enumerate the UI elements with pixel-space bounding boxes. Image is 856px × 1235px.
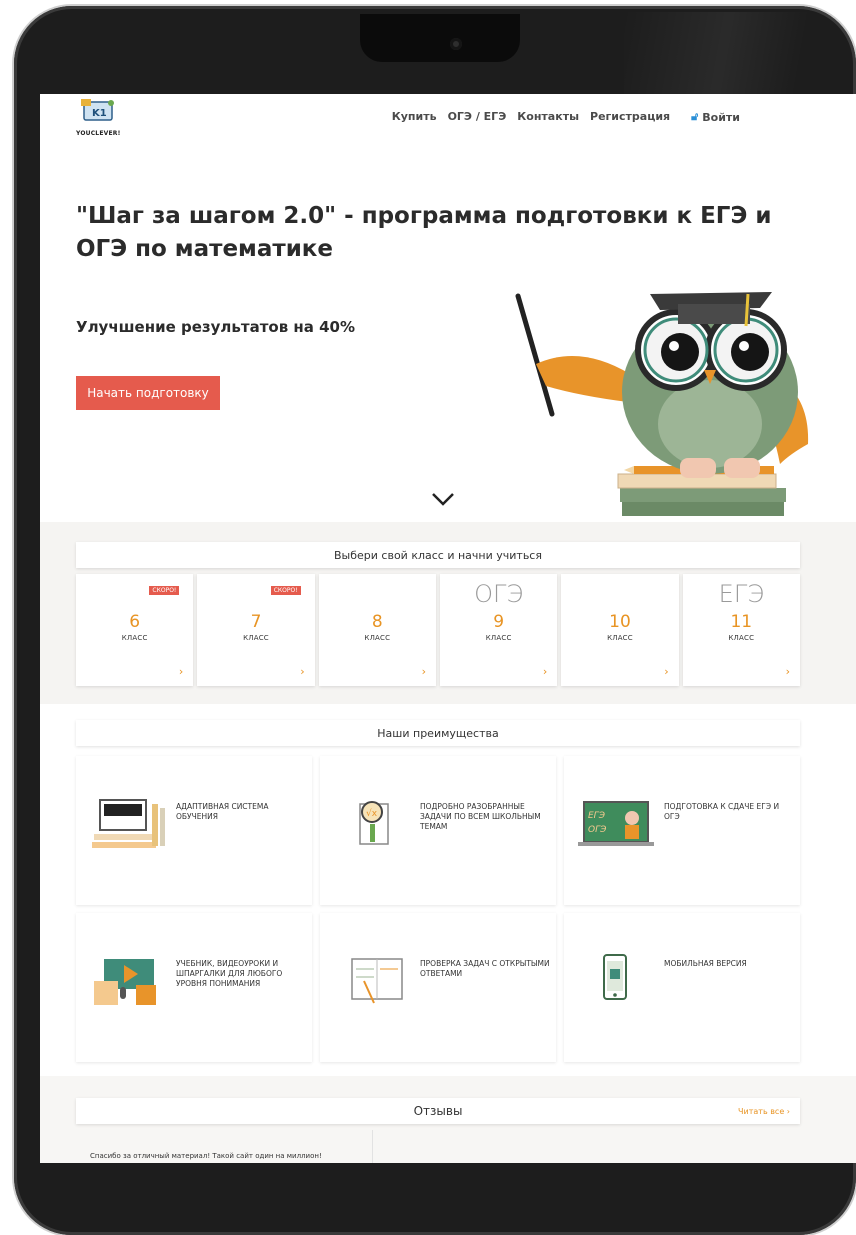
advantage-text: Мобильная версия: [664, 959, 747, 968]
advantage-card: Проверка задач с открытыми ответами: [320, 913, 556, 1062]
advantage-text: Проверка задач с открытыми ответами: [420, 959, 550, 978]
grade-number: 11: [730, 612, 753, 632]
reviews-heading: Отзывы: [413, 1104, 463, 1118]
soon-badge: СКОРО!: [149, 586, 180, 595]
grades-heading: Выбери свой класс и начни учиться: [76, 542, 800, 568]
grade-card-11[interactable]: ЕГЭ 11 КЛАСС ›: [682, 574, 800, 686]
reviews-header: Отзывы Читать все ›: [76, 1098, 800, 1124]
grade-exam: ЕГЭ: [718, 580, 764, 608]
grade-label: КЛАСС: [485, 634, 512, 642]
grade-label: КЛАСС: [121, 634, 148, 642]
chevron-right-icon: ›: [542, 665, 548, 678]
grade-card-6[interactable]: СКОРО! 6 КЛАСС ›: [76, 574, 194, 686]
hero-title: "Шаг за шагом 2.0" - программа подготовк…: [76, 203, 772, 262]
tablet-notch: [360, 14, 520, 62]
advantages-heading: Наши преимущества: [76, 720, 800, 746]
svg-text:√x: √x: [366, 808, 378, 819]
chevron-right-icon: ›: [300, 665, 305, 678]
lock-icon: 🔓︎: [691, 110, 699, 123]
grade-number: 8: [371, 612, 383, 632]
advantage-card: Учебник, видеоуроки и шпаргалки для любо…: [76, 913, 312, 1062]
chevron-right-icon: ›: [664, 665, 669, 678]
svg-text:ЕГЭ: ЕГЭ: [588, 811, 606, 821]
login-label: Войти: [702, 110, 740, 124]
svg-text:ОГЭ: ОГЭ: [588, 825, 607, 835]
scroll-down-chevron-icon[interactable]: [431, 491, 455, 507]
review-snippet: Спасибо за отличный материал! Такой сайт…: [90, 1152, 322, 1160]
site-logo[interactable]: K1 YOUCLEVER!: [76, 98, 120, 142]
nav-register[interactable]: Регистрация: [590, 110, 670, 124]
notebook-icon: [351, 958, 403, 1004]
grade-label: КЛАСС: [607, 634, 633, 642]
logo-wordmark: YOUCLEVER!: [76, 130, 121, 137]
grade-number: 7: [250, 612, 262, 632]
grade-card-7[interactable]: СКОРО! 7 КЛАСС ›: [197, 574, 315, 686]
magnifier-icon: √x: [359, 801, 389, 845]
mobile-icon: [603, 954, 627, 1000]
chevron-right-icon: ›: [421, 665, 426, 678]
advantage-card: Адаптивная система обучения: [76, 756, 312, 905]
hero-subtitle: Улучшение результатов на 40%: [76, 318, 356, 336]
top-nav: Купить ОГЭ / ЕГЭ Контакты Регистрация 🔓︎…: [392, 110, 740, 124]
login-link[interactable]: 🔓︎ Войти: [691, 110, 740, 124]
svg-text:K1: K1: [92, 108, 107, 119]
nav-contacts[interactable]: Контакты: [517, 110, 579, 124]
adaptive-system-icon: [92, 799, 165, 848]
advantage-card: Мобильная версия: [564, 913, 800, 1062]
video-lessons-icon: [94, 959, 156, 1005]
start-preparation-button[interactable]: Начать подготовку: [76, 376, 220, 410]
advantage-text: Адаптивная система обучения: [176, 802, 269, 821]
soon-badge: СКОРО!: [270, 586, 301, 595]
advantage-card: ЕГЭ ОГЭ Подготовка к сдаче ЕГЭ и ОГЭ: [564, 756, 800, 905]
advantage-text: Подробно разобранные задачи по всем школ…: [420, 802, 541, 831]
advantage-text: Учебник, видеоуроки и шпаргалки для любо…: [176, 959, 283, 988]
grade-label: КЛАСС: [728, 634, 755, 642]
owl-teacher-illustration: [515, 292, 809, 516]
advantage-text: Подготовка к сдаче ЕГЭ и ОГЭ: [664, 802, 780, 821]
read-all-reviews-link[interactable]: Читать все ›: [738, 1107, 790, 1116]
chevron-right-icon: ›: [785, 665, 790, 678]
grade-exam: ОГЭ: [474, 580, 524, 608]
grade-card-9[interactable]: ОГЭ 9 КЛАСС ›: [439, 574, 558, 686]
camera-icon: [450, 38, 462, 50]
grade-label: КЛАСС: [364, 634, 391, 642]
grade-card-8[interactable]: 8 КЛАСС ›: [318, 574, 436, 686]
exam-board-icon: ЕГЭ ОГЭ: [578, 801, 654, 846]
grade-number: 9: [493, 612, 505, 632]
nav-exams[interactable]: ОГЭ / ЕГЭ: [448, 110, 507, 124]
grade-label: КЛАСС: [243, 634, 269, 642]
grade-card-10[interactable]: 10 КЛАСС ›: [561, 574, 679, 686]
logo-icon: K1: [81, 99, 114, 121]
website-screen: K1 YOUCLEVER! Купить ОГЭ / ЕГЭ Контакты …: [40, 94, 856, 1163]
grade-cards: СКОРО! 6 КЛАСС › СКОРО! 7 КЛАСС › 8 КЛАС…: [76, 574, 800, 686]
advantage-card: √x Подробно разобранные задачи по всем ш…: [320, 756, 556, 905]
chevron-right-icon: ›: [178, 665, 184, 678]
nav-buy[interactable]: Купить: [392, 110, 437, 124]
advantages-grid: Адаптивная система обучения √x Подробно …: [76, 756, 800, 1062]
grade-number: 10: [609, 612, 631, 632]
grade-number: 6: [129, 612, 141, 632]
